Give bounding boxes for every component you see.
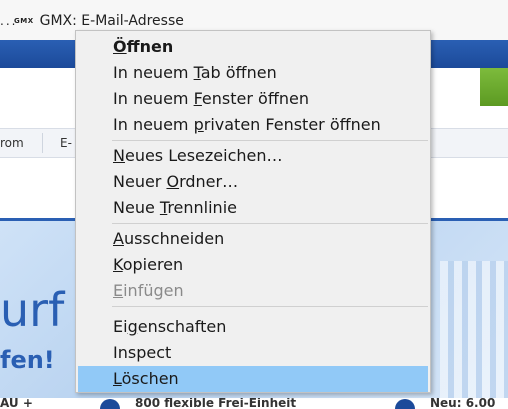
menu-item-label: rennlinie	[167, 198, 237, 217]
bottom-text-3: Neu: 6.00	[430, 398, 496, 409]
menu-accel-key: K	[113, 255, 123, 274]
site-green-button[interactable]	[480, 68, 508, 106]
menu-item-label: enster öffnen	[201, 89, 309, 108]
menu-item-label: Inspect	[113, 343, 172, 362]
menu-accel-key: O	[166, 172, 180, 191]
menu-item-label: In neuem	[113, 63, 194, 82]
menu-item-label: rdner…	[179, 172, 239, 191]
menu-accel-key: E	[113, 281, 124, 300]
menu-accel-key: A	[113, 229, 124, 248]
menu-item-label: In neuem	[113, 115, 194, 134]
gmx-favicon-icon: GMX	[14, 17, 34, 25]
menu-item-label: Neuer	[113, 172, 167, 191]
menu-item-open-in-new-tab[interactable]: In neuem Tab öffnen	[78, 60, 428, 86]
menu-item-label: infügen	[123, 281, 184, 300]
menu-item-label: öschen	[121, 369, 179, 388]
menu-accel-key: g	[127, 317, 138, 336]
menu-item-label: usschneiden	[123, 229, 225, 248]
menu-item-copy[interactable]: Kopieren	[78, 252, 428, 278]
menu-item-label: enschaften	[137, 317, 227, 336]
menu-accel-key: p	[193, 115, 204, 134]
promo-graphic	[440, 261, 508, 401]
nav-divider	[42, 133, 43, 153]
menu-item-paste: Einfügen	[78, 278, 428, 304]
menu-item-label: Neue	[113, 198, 160, 217]
check-circle-icon	[395, 399, 415, 409]
menu-item-label: Ei	[113, 317, 128, 336]
menu-item-cut[interactable]: Ausschneiden	[78, 226, 428, 252]
bottom-text-2: 800 flexible Frei-Einheit	[135, 398, 297, 409]
menu-item-new-separator[interactable]: Neue Trennlinie	[78, 195, 428, 221]
menu-item-label: opieren	[122, 255, 184, 274]
nav-tab-2[interactable]: E-	[60, 136, 72, 150]
menu-item-new-bookmark[interactable]: Neues Lesezeichen…	[78, 143, 428, 169]
bookmark-context-menu: Öffnen In neuem Tab öffnen In neuem Fens…	[75, 30, 431, 393]
menu-item-open-in-new-window[interactable]: In neuem Fenster öffnen	[78, 86, 428, 112]
menu-accel-key: T	[193, 63, 201, 82]
menu-separator	[112, 140, 428, 141]
menu-item-delete[interactable]: Löschen	[78, 366, 428, 392]
menu-accel-key: N	[113, 146, 125, 165]
menu-separator	[112, 306, 428, 307]
menu-item-label: In neuem	[113, 89, 194, 108]
promo-subline: fen!	[0, 346, 55, 374]
bottom-text-1: AU +	[0, 398, 33, 409]
menu-item-label: eues Lesezeichen…	[124, 146, 283, 165]
menu-separator	[112, 223, 428, 224]
menu-accel-key: Ö	[113, 37, 127, 56]
menu-accel-key: F	[193, 89, 202, 108]
menu-item-label: ffnen	[126, 37, 174, 56]
menu-item-inspect[interactable]: Inspect	[78, 340, 428, 366]
menu-item-label: ab öffnen	[200, 63, 277, 82]
menu-item-properties[interactable]: Eigenschaften	[78, 314, 428, 340]
bookmark-gmx[interactable]: GMX GMX: E-Mail-Adresse	[14, 13, 184, 29]
nav-tab-1[interactable]: rom	[0, 136, 24, 150]
bottom-feature-strip: AU + 800 flexible Frei-Einheit Neu: 6.00	[0, 398, 508, 409]
menu-accel-key: L	[113, 369, 122, 388]
menu-item-open[interactable]: Öffnen	[78, 34, 428, 60]
menu-item-open-in-private-window[interactable]: In neuem privaten Fenster öffnen	[78, 112, 428, 138]
menu-item-label: rivaten Fenster öffnen	[203, 115, 381, 134]
check-circle-icon	[100, 399, 120, 409]
menu-item-new-folder[interactable]: Neuer Ordner…	[78, 169, 428, 195]
bookmark-gmx-label: GMX: E-Mail-Adresse	[39, 13, 184, 29]
